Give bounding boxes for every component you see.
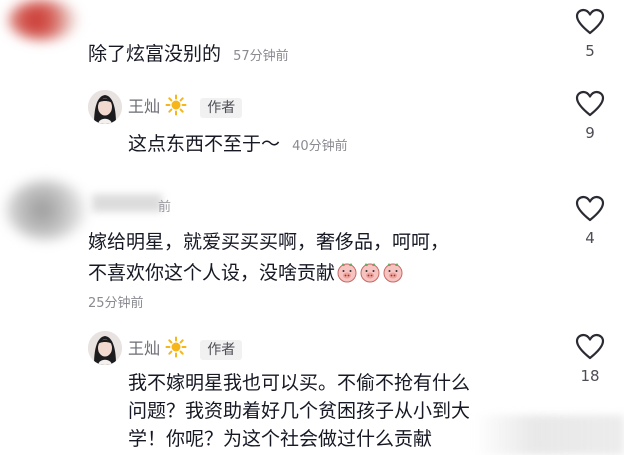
pig-face-emoji [337,263,357,283]
avatar[interactable] [88,331,122,365]
reply-text: 这点东西不至于～ [128,133,281,155]
like-button[interactable]: 5 [570,8,610,60]
author-badge: 作者 [200,98,243,118]
like-count: 5 [585,42,595,60]
avatar[interactable] [88,90,122,124]
heart-outline-icon [575,195,605,222]
comment-name-fragment: 前 [158,200,172,215]
avatar[interactable] [6,180,86,240]
avatar[interactable] [8,0,78,40]
comment-time: 25分钟前 [88,296,144,311]
reply-time: 40分钟前 [292,139,348,154]
sun-star-icon [165,336,187,358]
like-count: 9 [585,124,595,142]
blurred-username [92,194,162,212]
heart-outline-icon [575,90,605,117]
comment-text-line: 嫁给明星，就爱买买买啊，奢侈品，呵呵， [88,231,450,253]
like-count: 4 [585,229,595,247]
comment-text-line: 不喜欢你这个人设，没啥贡献 [88,259,449,287]
author-name[interactable]: 王灿 [128,97,160,116]
reply-text-line: 我不嫁明星我也可以买。不偷不抢有什么 [128,372,471,394]
comment-text: 除了炫富没别的 [88,43,222,65]
like-button[interactable]: 4 [570,195,610,247]
like-button[interactable]: 18 [570,333,610,385]
like-button[interactable]: 9 [570,90,610,142]
reply-text-line: 学！你呢？为这个社会做过什么贡献 [128,428,433,450]
reply-text-line: 问题？我资助着好几个贫困孩子从小到大 [128,400,471,422]
sun-star-icon [165,94,187,116]
author-badge: 作者 [200,340,243,360]
heart-outline-icon [575,8,605,35]
pig-face-emoji [383,263,403,283]
comment-time: 57分钟前 [233,49,289,64]
watermark [474,415,624,455]
pig-face-emoji [360,263,380,283]
author-name[interactable]: 王灿 [128,339,160,358]
like-count: 18 [580,367,600,385]
heart-outline-icon [575,333,605,360]
